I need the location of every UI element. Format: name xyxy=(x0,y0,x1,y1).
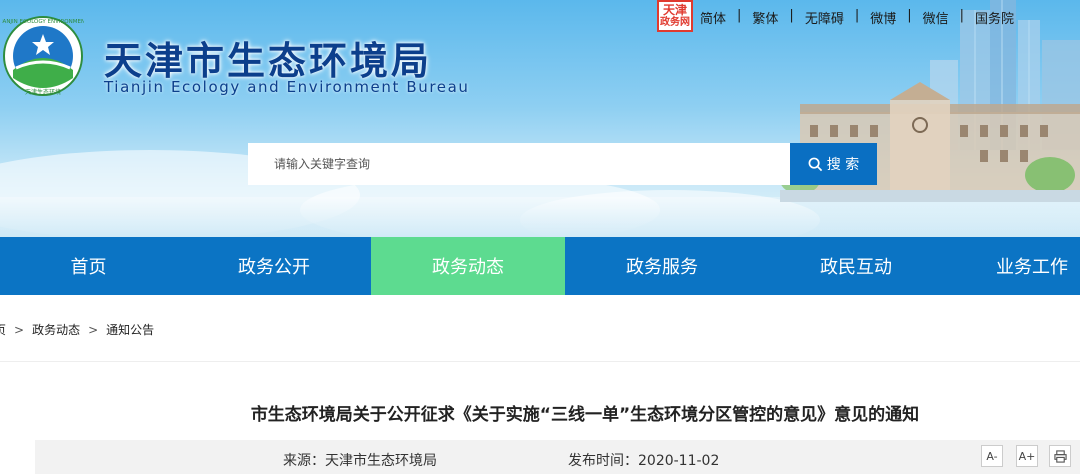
stamp-line: 政务 xyxy=(660,17,680,28)
link-state-council[interactable]: 国务院 xyxy=(975,8,1014,27)
link-wechat[interactable]: 微信 xyxy=(923,8,949,27)
nav-item-business-work[interactable]: 业务工作 xyxy=(953,237,1080,295)
link-separator: | xyxy=(737,8,742,23)
breadcrumb-separator: > xyxy=(14,323,25,337)
article-title: 市生态环境局关于公开征求《关于实施“三线一单”生态环境分区管控的意见》意见的通知 xyxy=(250,405,920,425)
nav-item-label: 业务工作 xyxy=(996,257,1068,278)
nav-item-label: 政务动态 xyxy=(432,257,504,278)
link-accessibility[interactable]: 无障碍 xyxy=(805,8,844,27)
logo-text: TIANJIN ECOLOGY ENVIRONMENT xyxy=(2,19,84,25)
breadcrumb-gov-news[interactable]: 政务动态 xyxy=(32,323,80,337)
nav-item-gov-services[interactable]: 政务服务 xyxy=(565,237,759,295)
link-separator: | xyxy=(854,8,860,23)
link-simplified[interactable]: 简体 xyxy=(700,8,726,27)
tianjin-gov-stamp-logo[interactable]: 天津 政务网 xyxy=(657,0,693,32)
nav-item-label: 政务服务 xyxy=(626,257,698,278)
search-button[interactable]: 搜 索 xyxy=(790,143,877,185)
search-input[interactable] xyxy=(248,143,790,185)
bureau-logo: TIANJIN ECOLOGY ENVIRONMENT 天津生态环境 xyxy=(2,16,84,96)
link-separator: | xyxy=(789,8,794,23)
font-increase-button[interactable]: A+ xyxy=(1016,445,1038,467)
article-source: 来源：天津市生态环境局 xyxy=(283,453,437,469)
nav-item-label: 政务公开 xyxy=(238,257,310,278)
nav-item-gov-news[interactable]: 政务动态 xyxy=(371,237,565,295)
article-meta-bar: 来源：天津市生态环境局 发布时间：2020-11-02 A- A+ xyxy=(35,440,1080,474)
header-banner: TIANJIN ECOLOGY ENVIRONMENT 天津生态环境 天津市生态… xyxy=(0,0,1080,237)
site-subtitle: Tianjin Ecology and Environment Bureau xyxy=(104,78,470,96)
breadcrumb-separator: > xyxy=(88,323,99,337)
stamp-line: 天津 xyxy=(662,3,687,17)
nav-item-interaction[interactable]: 政民互动 xyxy=(759,237,953,295)
main-nav: 首页 政务公开 政务动态 政务服务 政民互动 业务工作 xyxy=(0,237,1080,295)
city-skyline-image xyxy=(780,0,1080,202)
link-separator: | xyxy=(907,8,912,23)
link-traditional[interactable]: 繁体 xyxy=(752,8,778,27)
svg-text:天津生态环境: 天津生态环境 xyxy=(25,88,61,96)
nav-item-gov-affairs-open[interactable]: 政务公开 xyxy=(177,237,371,295)
print-button[interactable] xyxy=(1049,445,1071,467)
nav-item-label: 政民互动 xyxy=(820,257,892,278)
nav-item-label: 首页 xyxy=(70,257,107,278)
search-icon xyxy=(808,157,822,171)
breadcrumb-notices[interactable]: 通知公告 xyxy=(106,323,154,337)
article-date: 发布时间：2020-11-02 xyxy=(568,453,720,469)
top-links: 简体 | 繁体 | 无障碍 | 微博 | 微信 | 国务院 xyxy=(700,8,1014,27)
search-button-label: 搜 索 xyxy=(826,157,860,173)
link-separator: | xyxy=(959,8,965,23)
stamp-line: 网 xyxy=(680,17,690,28)
print-icon xyxy=(1053,449,1067,463)
link-weibo[interactable]: 微博 xyxy=(870,8,896,27)
site-title: 天津市生态环境局 xyxy=(104,39,433,83)
nav-item-home[interactable]: 首页 xyxy=(0,237,177,295)
divider xyxy=(0,361,1080,362)
breadcrumb: 页 > 政务动态 > 通知公告 xyxy=(0,321,154,338)
font-decrease-button[interactable]: A- xyxy=(981,445,1003,467)
